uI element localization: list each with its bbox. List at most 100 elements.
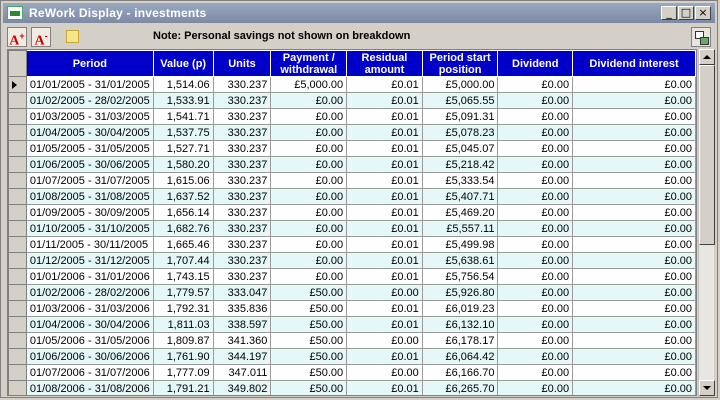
table-row[interactable]: 01/12/2005 - 31/12/2005 1,707.44 330.237 £0…: [8, 252, 696, 269]
table-cell[interactable]: £0.01: [346, 348, 423, 365]
table-cell[interactable]: £0.00: [497, 252, 574, 269]
table-cell[interactable]: £5,091.31: [421, 108, 499, 125]
table-cell[interactable]: 1,779.57: [152, 284, 214, 301]
decrease-font-button[interactable]: A-: [31, 27, 51, 49]
table-cell[interactable]: 01/05/2005 - 31/05/2005: [25, 140, 154, 157]
column-header[interactable]: Value (p): [152, 50, 214, 77]
table-cell[interactable]: £0.00: [497, 92, 574, 109]
table-cell[interactable]: 330.237: [212, 252, 272, 269]
table-cell[interactable]: £6,064.42: [421, 348, 499, 365]
row-indicator[interactable]: [8, 380, 27, 395]
row-indicator[interactable]: [8, 172, 27, 189]
table-cell[interactable]: £0.00: [497, 316, 574, 333]
table-row[interactable]: 01/04/2005 - 30/04/2005 1,537.75 330.237 £0…: [8, 124, 696, 141]
table-cell[interactable]: £50.00: [270, 284, 348, 301]
row-indicator[interactable]: [8, 140, 27, 157]
table-cell[interactable]: £0.00: [270, 268, 348, 285]
table-cell[interactable]: £0.00: [572, 332, 696, 349]
table-cell[interactable]: £0.00: [497, 204, 574, 221]
table-cell[interactable]: 330.237: [212, 172, 272, 189]
table-cell[interactable]: £0.00: [497, 380, 574, 395]
table-cell[interactable]: 01/05/2006 - 31/05/2006: [25, 332, 154, 349]
table-row[interactable]: 01/09/2005 - 30/09/2005 1,656.14 330.237 £0…: [8, 204, 696, 221]
table-cell[interactable]: 1,514.06: [152, 76, 214, 93]
row-indicator[interactable]: [8, 348, 27, 365]
table-cell[interactable]: 1,809.87: [152, 332, 214, 349]
table-cell[interactable]: 335.836: [212, 300, 272, 317]
table-cell[interactable]: 330.237: [212, 204, 272, 221]
table-row[interactable]: 01/02/2006 - 28/02/2006 1,779.57 333.047 £5…: [8, 284, 696, 301]
table-cell[interactable]: £50.00: [270, 316, 348, 333]
table-cell[interactable]: £6,132.10: [421, 316, 499, 333]
row-indicator[interactable]: [8, 252, 27, 269]
table-row[interactable]: 01/11/2005 - 30/11/2005 1,665.46 330.237 £0…: [8, 236, 696, 253]
table-cell[interactable]: £0.01: [346, 316, 423, 333]
table-cell[interactable]: £0.00: [270, 220, 348, 237]
table-cell[interactable]: £5,407.71: [421, 188, 499, 205]
table-cell[interactable]: 330.237: [212, 220, 272, 237]
table-cell[interactable]: £5,045.07: [421, 140, 499, 157]
table-cell[interactable]: £0.00: [572, 108, 696, 125]
table-cell[interactable]: 01/03/2005 - 31/03/2005: [25, 108, 154, 125]
column-header[interactable]: Residual amount: [346, 50, 423, 77]
table-cell[interactable]: £0.00: [270, 140, 348, 157]
table-cell[interactable]: £0.00: [572, 236, 696, 253]
table-cell[interactable]: £0.01: [346, 140, 423, 157]
table-cell[interactable]: £0.00: [572, 380, 696, 395]
note-button[interactable]: [63, 27, 83, 47]
row-indicator[interactable]: [8, 204, 27, 221]
column-header[interactable]: Dividend: [497, 50, 574, 77]
table-cell[interactable]: 330.237: [212, 268, 272, 285]
table-row[interactable]: 01/03/2005 - 31/03/2005 1,541.71 330.237 £0…: [8, 108, 696, 125]
table-cell[interactable]: £0.01: [346, 268, 423, 285]
table-row[interactable]: 01/05/2005 - 31/05/2005 1,527.71 330.237 £0…: [8, 140, 696, 157]
table-cell[interactable]: £0.00: [270, 108, 348, 125]
close-button[interactable]: ×: [695, 6, 711, 20]
table-cell[interactable]: 01/08/2006 - 31/08/2006: [25, 380, 154, 395]
table-row[interactable]: 01/08/2006 - 31/08/2006 1,791.21 349.802 £5…: [8, 380, 696, 395]
table-cell[interactable]: £0.00: [572, 268, 696, 285]
table-row[interactable]: 01/05/2006 - 31/05/2006 1,809.87 341.360 £5…: [8, 332, 696, 349]
table-cell[interactable]: £0.00: [572, 156, 696, 173]
table-cell[interactable]: £0.00: [572, 220, 696, 237]
table-cell[interactable]: £0.00: [572, 348, 696, 365]
title-bar[interactable]: ReWork Display - investments _ □ ×: [3, 3, 715, 23]
table-cell[interactable]: 01/01/2006 - 31/01/2006: [25, 268, 154, 285]
table-cell[interactable]: £0.01: [346, 76, 423, 93]
table-cell[interactable]: £0.00: [497, 284, 574, 301]
table-cell[interactable]: £0.00: [270, 124, 348, 141]
table-cell[interactable]: 330.237: [212, 188, 272, 205]
table-row[interactable]: 01/01/2005 - 31/01/2005 1,514.06 330.237 £5…: [8, 76, 696, 93]
table-cell[interactable]: 1,656.14: [152, 204, 214, 221]
table-cell[interactable]: 338.597: [212, 316, 272, 333]
table-cell[interactable]: £0.00: [572, 364, 696, 381]
table-cell[interactable]: 1,811.03: [152, 316, 214, 333]
table-cell[interactable]: £50.00: [270, 300, 348, 317]
row-indicator[interactable]: [8, 268, 27, 285]
table-cell[interactable]: £5,078.23: [421, 124, 499, 141]
table-cell[interactable]: £0.00: [572, 76, 696, 93]
table-cell[interactable]: £50.00: [270, 332, 348, 349]
table-cell[interactable]: £0.00: [497, 76, 574, 93]
row-indicator[interactable]: [8, 124, 27, 141]
data-grid[interactable]: Period Value (p) Units Payment / withdra…: [7, 49, 697, 396]
table-cell[interactable]: 1,615.06: [152, 172, 214, 189]
table-cell[interactable]: 01/12/2005 - 31/12/2005: [25, 252, 154, 269]
table-cell[interactable]: £5,218.42: [421, 156, 499, 173]
table-cell[interactable]: 1,541.71: [152, 108, 214, 125]
row-indicator[interactable]: [8, 220, 27, 237]
table-row[interactable]: 01/02/2005 - 28/02/2005 1,533.91 330.237 £0…: [8, 92, 696, 109]
table-cell[interactable]: 01/02/2005 - 28/02/2005: [25, 92, 154, 109]
table-cell[interactable]: 330.237: [212, 236, 272, 253]
table-cell[interactable]: 330.237: [212, 76, 272, 93]
table-cell[interactable]: 01/11/2005 - 30/11/2005: [25, 236, 154, 253]
table-cell[interactable]: £50.00: [270, 380, 348, 395]
table-cell[interactable]: 1,792.31: [152, 300, 214, 317]
table-row[interactable]: 01/03/2006 - 31/03/2006 1,792.31 335.836 £5…: [8, 300, 696, 317]
table-row[interactable]: 01/10/2005 - 31/10/2005 1,682.76 330.237 £0…: [8, 220, 696, 237]
table-cell[interactable]: 01/07/2006 - 31/07/2006: [25, 364, 154, 381]
table-cell[interactable]: 01/03/2006 - 31/03/2006: [25, 300, 154, 317]
table-cell[interactable]: £0.00: [572, 140, 696, 157]
table-cell[interactable]: £0.01: [346, 172, 423, 189]
table-row[interactable]: 01/06/2005 - 30/06/2005 1,580.20 330.237 £0…: [8, 156, 696, 173]
